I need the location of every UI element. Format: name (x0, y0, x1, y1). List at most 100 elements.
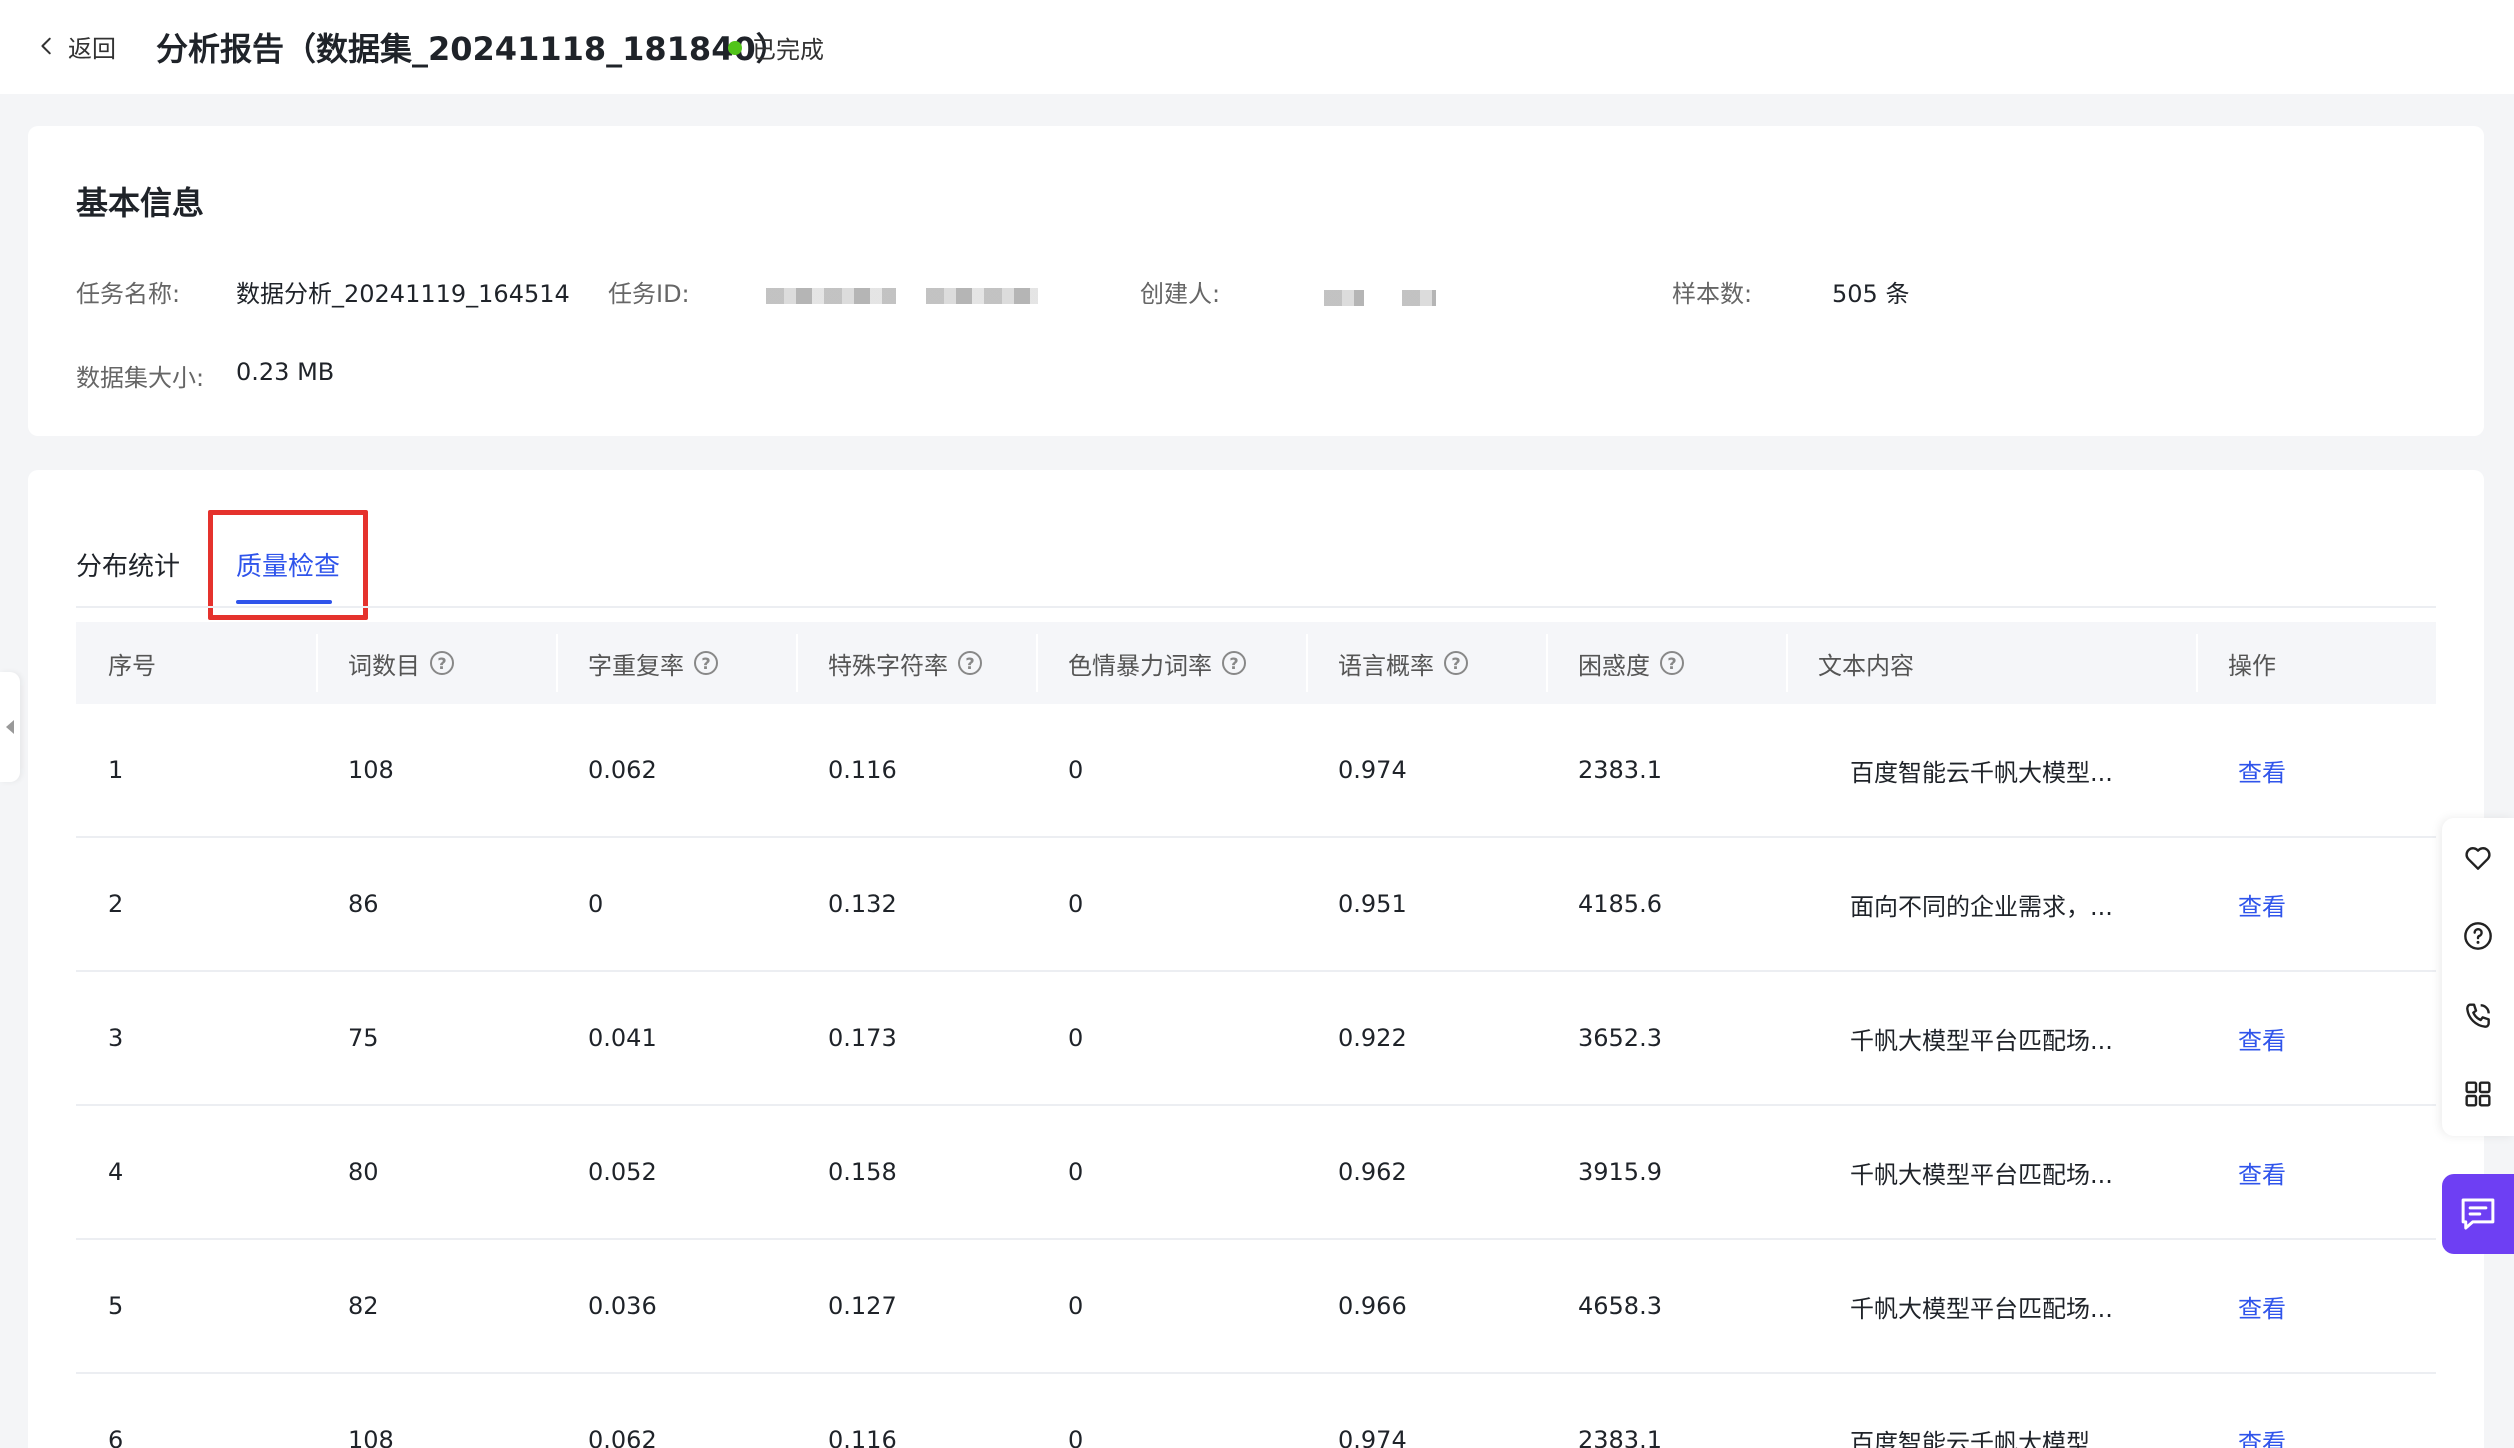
cell-perplexity: 4185.6 (1578, 890, 1662, 918)
cell-char-repeat-rate: 0 (588, 890, 604, 918)
back-button[interactable]: 返回 (36, 28, 116, 64)
table-row: 4 80 0.052 0.158 0 0.962 3915.9 千帆大模型平台匹… (76, 1106, 2436, 1240)
cell-special-char-rate: 0.158 (828, 1158, 897, 1186)
cell-char-repeat-rate: 0.041 (588, 1024, 657, 1052)
column-header-perplexity: 困惑度? (1546, 622, 1786, 704)
view-link[interactable]: 查看 (2196, 1240, 2436, 1372)
cell-language-prob: 0.922 (1338, 1024, 1407, 1052)
help-icon[interactable]: ? (958, 651, 982, 675)
cell-text-content: 面向不同的企业需求，... (1850, 892, 2113, 921)
table-row: 3 75 0.041 0.173 0 0.922 3652.3 千帆大模型平台匹… (76, 972, 2436, 1106)
cell-language-prob: 0.962 (1338, 1158, 1407, 1186)
cell-perplexity: 2383.1 (1578, 1426, 1662, 1448)
cell-nsfw-rate: 0 (1068, 756, 1084, 784)
help-icon[interactable]: ? (1444, 651, 1468, 675)
help-icon[interactable]: ? (430, 651, 454, 675)
tabs-divider (76, 606, 2436, 608)
cell-index: 6 (108, 1426, 124, 1448)
question-circle-icon (2464, 922, 2492, 950)
cell-language-prob: 0.951 (1338, 890, 1407, 918)
cell-perplexity: 3652.3 (1578, 1024, 1662, 1052)
chat-bubble-icon (2461, 1198, 2495, 1230)
tab-distribution[interactable]: 分布统计 (76, 546, 180, 583)
column-header-index: 序号 (108, 651, 156, 680)
view-link[interactable]: 查看 (2196, 838, 2436, 970)
cell-word-count: 80 (348, 1158, 379, 1186)
help-icon[interactable]: ? (1222, 651, 1246, 675)
status-dot-icon (728, 40, 742, 55)
cell-text-content: 千帆大模型平台匹配场... (1850, 1294, 2113, 1323)
dataset-size-value: 0.23 MB (236, 358, 335, 386)
table-row: 1 108 0.062 0.116 0 0.974 2383.1 百度智能云千帆… (76, 704, 2436, 838)
column-header-char-repeat-rate: 字重复率? (556, 622, 796, 704)
caret-left-icon (6, 720, 14, 734)
cell-language-prob: 0.974 (1338, 1426, 1407, 1448)
table-row: 5 82 0.036 0.127 0 0.966 4658.3 千帆大模型平台匹… (76, 1240, 2436, 1374)
cell-language-prob: 0.966 (1338, 1292, 1407, 1320)
view-link[interactable]: 查看 (2196, 1374, 2436, 1448)
table-header: 序号 词数目? 字重复率? 特殊字符率? 色情暴力词率? 语言概率? 困惑度? … (76, 622, 2436, 704)
column-header-actions: 操作 (2196, 622, 2436, 704)
heart-icon (2465, 847, 2491, 870)
quality-table: 序号 词数目? 字重复率? 特殊字符率? 色情暴力词率? 语言概率? 困惑度? … (76, 622, 2436, 1448)
cell-perplexity: 4658.3 (1578, 1292, 1662, 1320)
quality-report-card: 分布统计 质量检查 序号 词数目? 字重复率? 特殊字符率? 色情暴力词率? 语… (28, 470, 2484, 1448)
annotation-highlight-box (208, 510, 368, 620)
cell-perplexity: 2383.1 (1578, 756, 1662, 784)
cell-word-count: 108 (348, 1426, 394, 1448)
cell-index: 2 (108, 890, 124, 918)
status-text: 已完成 (752, 36, 824, 64)
page-header: 返回 分析报告（数据集_20241118_181840） 已完成 (0, 0, 2514, 94)
grid-icon (2465, 1081, 2491, 1107)
cell-char-repeat-rate: 0.062 (588, 756, 657, 784)
cell-text-content: 百度智能云千帆大模型... (1850, 758, 2113, 787)
view-link[interactable]: 查看 (2196, 1106, 2436, 1238)
cell-index: 1 (108, 756, 124, 784)
cell-special-char-rate: 0.132 (828, 890, 897, 918)
page-title: 分析报告（数据集_20241118_181840） (156, 30, 788, 68)
cell-word-count: 86 (348, 890, 379, 918)
floating-toolbar (2442, 818, 2514, 1136)
cell-index: 5 (108, 1292, 124, 1320)
cell-index: 4 (108, 1158, 124, 1186)
cell-nsfw-rate: 0 (1068, 1292, 1084, 1320)
task-id-redacted (766, 288, 896, 304)
dataset-size-label: 数据集大小: (76, 364, 205, 392)
cell-char-repeat-rate: 0.062 (588, 1426, 657, 1448)
help-button[interactable] (2460, 918, 2496, 954)
back-label: 返回 (68, 34, 116, 63)
creator-redacted (1324, 290, 1364, 306)
table-row: 2 86 0 0.132 0 0.951 4185.6 面向不同的企业需求，..… (76, 838, 2436, 972)
column-header-text-content: 文本内容 (1786, 622, 2196, 704)
column-header-special-char-rate: 特殊字符率? (796, 622, 1036, 704)
column-header-nsfw-rate: 色情暴力词率? (1036, 622, 1306, 704)
creator-redacted-2 (1402, 290, 1436, 306)
help-icon[interactable]: ? (1660, 651, 1684, 675)
cell-char-repeat-rate: 0.036 (588, 1292, 657, 1320)
cell-special-char-rate: 0.127 (828, 1292, 897, 1320)
basic-info-title: 基本信息 (76, 184, 205, 222)
view-link[interactable]: 查看 (2196, 704, 2436, 836)
task-id-redacted-2 (926, 288, 1038, 304)
table-row: 6 108 0.062 0.116 0 0.974 2383.1 百度智能云千帆… (76, 1374, 2436, 1448)
cell-special-char-rate: 0.173 (828, 1024, 897, 1052)
view-link[interactable]: 查看 (2196, 972, 2436, 1104)
help-icon[interactable]: ? (694, 651, 718, 675)
cell-text-content: 千帆大模型平台匹配场... (1850, 1160, 2113, 1189)
phone-icon (2466, 1003, 2490, 1028)
cell-word-count: 75 (348, 1024, 379, 1052)
sidebar-expand-handle[interactable] (0, 672, 20, 782)
column-header-language-prob: 语言概率? (1306, 622, 1546, 704)
favorite-button[interactable] (2460, 840, 2496, 876)
sample-count-value: 505 条 (1832, 280, 1910, 308)
cell-index: 3 (108, 1024, 124, 1052)
cell-nsfw-rate: 0 (1068, 1024, 1084, 1052)
cell-text-content: 百度智能云千帆大模型... (1850, 1428, 2113, 1448)
apps-grid-button[interactable] (2460, 1076, 2496, 1112)
cell-word-count: 82 (348, 1292, 379, 1320)
chat-button[interactable] (2442, 1174, 2514, 1254)
column-header-word-count: 词数目? (316, 622, 556, 704)
contact-phone-button[interactable] (2460, 998, 2496, 1034)
cell-nsfw-rate: 0 (1068, 890, 1084, 918)
basic-info-card: 基本信息 任务名称: 数据分析_20241119_164514 任务ID: 创建… (28, 126, 2484, 436)
